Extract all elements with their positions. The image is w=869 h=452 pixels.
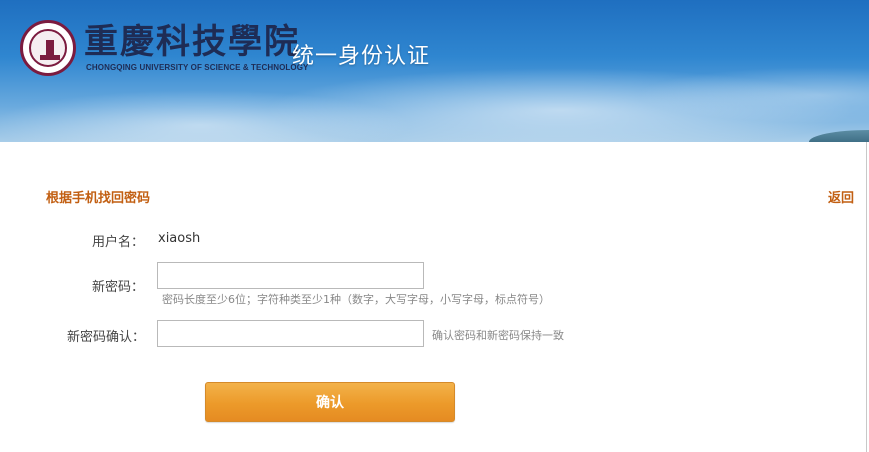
username-label: 用户名：: [92, 235, 145, 250]
new-password-input[interactable]: [157, 262, 424, 289]
system-title: 统一身份认证: [292, 44, 431, 69]
new-password-hint: 密码长度至少6位；字符种类至少1种（数字，大写字母，小写字母，标点符号）: [162, 293, 550, 306]
confirm-button-label: 确认: [316, 395, 344, 411]
seal-base-shape: [40, 55, 60, 60]
school-name-cn: 重慶科技學院: [84, 22, 300, 62]
confirm-password-label: 新密码确认：: [67, 330, 146, 345]
new-password-label: 新密码：: [92, 280, 145, 295]
seal-inner-ring: [29, 29, 67, 67]
school-name-en: CHONGQING UNIVERSITY OF SCIENCE & TECHNO…: [86, 63, 309, 72]
confirm-password-input[interactable]: [157, 320, 424, 347]
right-border-line: [866, 142, 867, 452]
banner-hill-decoration: [809, 130, 869, 142]
confirm-password-hint: 确认密码和新密码保持一致: [432, 329, 564, 342]
username-value: xiaosh: [158, 231, 201, 246]
back-link[interactable]: 返回: [828, 187, 854, 206]
section-title: 根据手机找回密码: [46, 191, 151, 206]
confirm-button[interactable]: 确认: [205, 382, 455, 422]
school-seal-logo: [20, 20, 76, 76]
